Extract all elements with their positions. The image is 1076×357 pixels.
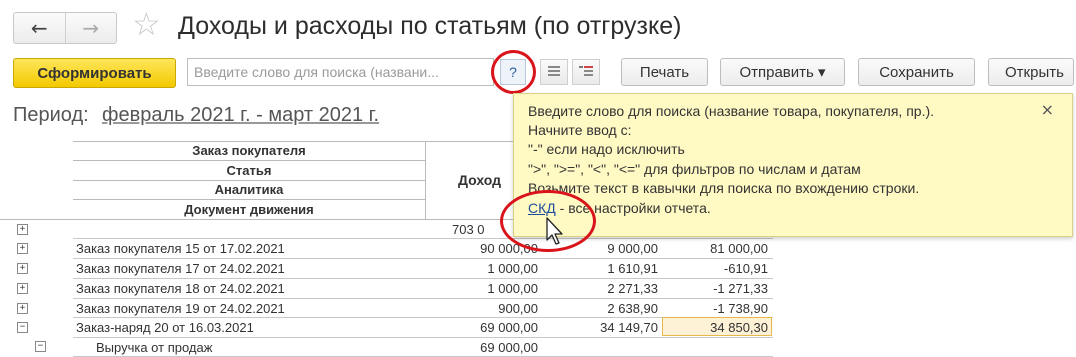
header-document: Документ движения xyxy=(73,200,425,220)
row-result: -610,91 xyxy=(723,261,768,276)
print-button[interactable]: Печать xyxy=(621,58,708,86)
period-label: Период: xyxy=(13,104,89,126)
header-order: Заказ покупателя xyxy=(73,141,425,161)
arrow-left-icon: ← xyxy=(30,16,48,40)
row-income: 69 000,00 xyxy=(480,340,538,355)
row-result: 34 850,30 xyxy=(710,320,768,335)
expand-row-icon[interactable]: + xyxy=(17,243,28,254)
group-view-button[interactable] xyxy=(572,59,600,85)
row-result: -1 271,33 xyxy=(713,281,768,296)
table-row-name: Заказ покупателя 19 от 24.02.2021 xyxy=(76,301,285,316)
mouse-cursor-icon xyxy=(546,217,563,245)
expand-row-icon[interactable]: + xyxy=(17,283,28,294)
table-row-name: Заказ покупателя 15 от 17.02.2021 xyxy=(76,241,285,256)
header-income: Доход xyxy=(458,172,502,188)
page-title: Доходы и расходы по статьям (по отгрузке… xyxy=(178,12,682,40)
search-field[interactable] xyxy=(187,58,494,86)
collapse-row-icon[interactable]: − xyxy=(35,341,46,352)
table-row-name: Заказ покупателя 18 от 24.02.2021 xyxy=(76,281,285,296)
header-article: Статья xyxy=(73,161,425,181)
save-button[interactable]: Сохранить xyxy=(858,58,975,86)
row-expense: 2 271,33 xyxy=(607,281,658,296)
popup-line: Возьмите текст в кавычки для поиска по в… xyxy=(528,180,920,196)
row-result: 81 000,00 xyxy=(710,241,768,256)
header-analytics: Аналитика xyxy=(73,180,425,200)
arrow-right-icon: → xyxy=(82,16,100,40)
row-income: 900,00 xyxy=(498,301,538,316)
favorite-star-icon[interactable]: ☆ xyxy=(132,8,161,40)
tree-list-icon xyxy=(579,66,593,76)
back-button[interactable]: ← xyxy=(14,13,66,43)
header-divider xyxy=(425,141,426,219)
row-income: 69 000,00 xyxy=(480,320,538,335)
search-help-popup: × Введите слово для поиска (название тов… xyxy=(513,93,1073,237)
period-link[interactable]: февраль 2021 г. - март 2021 г. xyxy=(102,104,379,127)
open-button[interactable]: Открыть xyxy=(988,58,1074,86)
close-icon[interactable]: × xyxy=(1041,100,1054,119)
row-income: 1 000,00 xyxy=(487,281,538,296)
popup-line: "-" если надо исключить xyxy=(528,141,685,157)
forward-button[interactable]: → xyxy=(66,13,117,43)
popup-line: ">", ">=", "<", "<=" для фильтров по чис… xyxy=(528,161,861,177)
expand-row-icon[interactable]: + xyxy=(17,303,28,314)
row-expense: 34 149,70 xyxy=(600,320,658,335)
row-expense: 2 638,90 xyxy=(607,301,658,316)
list-view-button[interactable] xyxy=(540,59,568,85)
row-result: -1 738,90 xyxy=(713,301,768,316)
expand-row-icon[interactable]: + xyxy=(17,263,28,274)
row-income: 1 000,00 xyxy=(487,261,538,276)
generate-button[interactable]: Сформировать xyxy=(13,58,176,88)
expand-all-icon[interactable]: + xyxy=(17,224,28,235)
popup-line: Начните ввод с: xyxy=(528,122,632,138)
list-icon xyxy=(548,66,560,76)
navigation-group: ← → xyxy=(13,12,117,44)
collapse-row-icon[interactable]: − xyxy=(17,322,28,333)
popup-line: Введите слово для поиска (название товар… xyxy=(528,103,935,119)
table-row-name: Заказ покупателя 17 от 24.02.2021 xyxy=(76,261,285,276)
table-row-name: Выручка от продаж xyxy=(96,340,213,355)
table-row-name: Заказ-наряд 20 от 16.03.2021 xyxy=(76,320,254,335)
row-expense: 1 610,91 xyxy=(607,261,658,276)
search-input[interactable] xyxy=(188,59,493,85)
highlight-circle xyxy=(491,50,536,94)
send-button[interactable]: Отправить ▾ xyxy=(720,58,845,86)
